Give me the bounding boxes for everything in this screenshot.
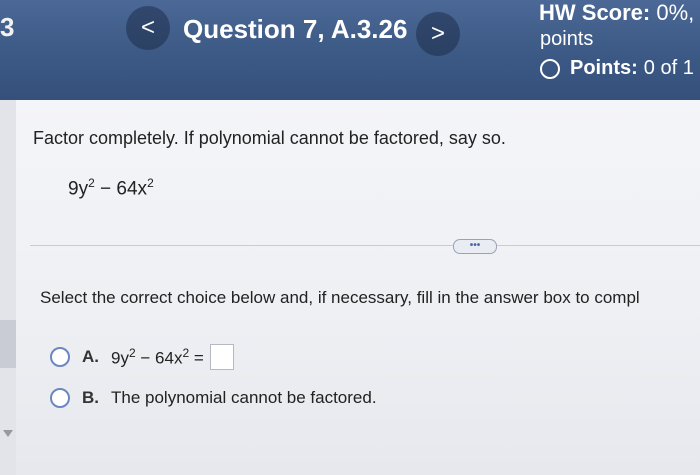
chevron-right-icon: > — [430, 20, 445, 47]
expand-ellipsis-button[interactable]: ••• — [453, 239, 497, 254]
points-label: Points: — [570, 57, 638, 79]
question-panel: Factor completely. If polynomial cannot … — [0, 100, 700, 475]
question-title: Question 7, A.3.26 — [183, 14, 408, 44]
polynomial-expression: 9y2 − 64x2 — [68, 176, 154, 200]
scrollbar-thumb[interactable] — [0, 320, 16, 368]
question-prompt: Factor completely. If polynomial cannot … — [33, 128, 506, 148]
answer-input-box[interactable] — [209, 344, 234, 370]
points-text: points — [540, 28, 594, 50]
question-number-edge: 3 — [0, 12, 15, 42]
choice-b[interactable]: B. The polynomial cannot be factored. — [50, 388, 377, 408]
hw-score: HW Score: 0%, 0 — [539, 0, 700, 26]
choice-a[interactable]: A. 9y2 − 64x2 = — [50, 344, 234, 370]
scroll-down-arrow-icon[interactable] — [3, 430, 13, 437]
radio-choice-b[interactable] — [50, 388, 70, 408]
hw-score-label: HW Score: — [539, 0, 651, 25]
hw-score-value: 0%, 0 — [656, 0, 700, 25]
choice-a-expression: 9y2 − 64x2 = — [111, 345, 204, 368]
points-status: Points: 0 of 1 — [540, 57, 694, 80]
choice-a-letter: A. — [82, 347, 99, 366]
left-scrollbar[interactable] — [0, 100, 16, 475]
chevron-left-icon: < — [140, 14, 155, 41]
divider — [30, 245, 700, 246]
points-value: 0 of 1 — [643, 57, 694, 79]
progress-circle-icon — [540, 58, 560, 79]
next-question-button[interactable]: > — [416, 12, 460, 56]
choice-b-text: The polynomial cannot be factored. — [111, 388, 377, 407]
choice-b-letter: B. — [82, 388, 99, 407]
select-instruction: Select the correct choice below and, if … — [40, 288, 640, 307]
header-bar: 3 < Question 7, A.3.26 > HW Score: 0%, 0… — [0, 0, 700, 100]
radio-choice-a[interactable] — [50, 347, 70, 367]
previous-question-button[interactable]: < — [126, 6, 170, 50]
